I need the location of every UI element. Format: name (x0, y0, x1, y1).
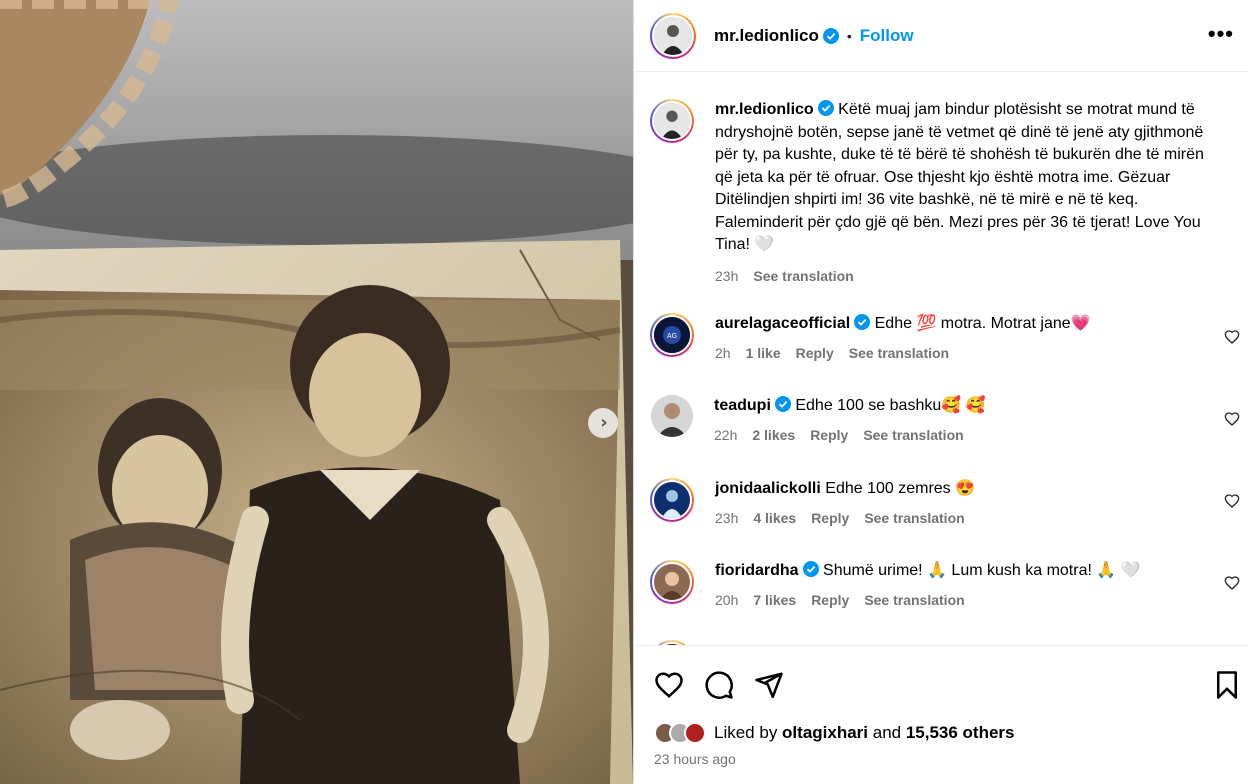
post-header: mr.ledionlico • Follow ••• (634, 0, 1248, 72)
comment-text: Edhe 💯 motra. Motrat jane💗 (874, 315, 1091, 332)
verified-icon (854, 314, 871, 330)
author-avatar[interactable] (650, 12, 696, 59)
comment-likes[interactable]: 2 likes (752, 424, 795, 447)
commenter-username[interactable]: fioridardha (715, 562, 799, 579)
comment-row: AG aurelagaceofficial Edhe 💯 motra. Motr… (650, 313, 1240, 364)
post-panel: mr.ledionlico • Follow ••• mr.ledionlico… (633, 0, 1248, 784)
caption-body: mr.ledionlico Këtë muaj jam bindur plotë… (715, 99, 1205, 287)
share-icon[interactable] (754, 670, 784, 700)
author-username[interactable]: mr.ledionlico (714, 26, 819, 46)
follow-button[interactable]: Follow (860, 26, 914, 46)
liked-by-text[interactable]: Liked by oltagixhari and 15,536 others (714, 723, 1015, 743)
commenter-username[interactable]: teadupi (714, 397, 771, 414)
comments-section: mr.ledionlico Këtë muaj jam bindur plotë… (634, 73, 1248, 645)
commenter-avatar[interactable] (650, 478, 694, 522)
separator-dot: • (846, 27, 852, 44)
post-photo (0, 0, 633, 784)
avatar-image (654, 103, 690, 139)
comment-heart-icon[interactable] (1224, 493, 1240, 509)
caption-row: mr.ledionlico Këtë muaj jam bindur plotë… (650, 99, 1240, 287)
see-translation-link[interactable]: See translation (864, 589, 964, 612)
commenter-avatar[interactable] (650, 560, 694, 604)
verified-icon (817, 100, 834, 116)
see-translation-link[interactable]: See translation (753, 265, 853, 288)
next-photo-button[interactable]: › (588, 408, 618, 438)
comment-time: 20h (715, 591, 739, 608)
comment-time: 23h (715, 509, 739, 526)
comment-row: teadupi Edhe 100 se bashku🥰 🥰 22h 2 like… (650, 395, 1240, 446)
avatar-image: AG (654, 317, 690, 353)
caption-username[interactable]: mr.ledionlico (715, 101, 814, 118)
reply-button[interactable]: Reply (796, 342, 834, 365)
more-icon[interactable]: ••• (1208, 23, 1234, 45)
comment-text: Shumë urime! 🙏 Lum kush ka motra! 🙏 🤍 (823, 562, 1141, 579)
commenter-username[interactable]: jonidaalickolli (715, 480, 821, 497)
avatar-image (654, 482, 690, 518)
comment-icon[interactable] (704, 670, 734, 700)
avatar-image (654, 564, 690, 600)
reply-button[interactable]: Reply (810, 424, 848, 447)
commenter-username[interactable]: aurelagaceofficial (715, 315, 850, 332)
comment-heart-icon[interactable] (1224, 575, 1240, 591)
see-translation-link[interactable]: See translation (849, 342, 949, 365)
likes-summary: Liked by oltagixhari and 15,536 others (654, 722, 1015, 744)
heart-icon[interactable] (654, 670, 684, 700)
reply-button[interactable]: Reply (811, 507, 849, 530)
verified-icon (802, 561, 819, 577)
post-time: 23 hours ago (654, 751, 736, 767)
comment-time: 22h (714, 426, 738, 443)
liker-avatar (684, 722, 706, 744)
caption-text: Këtë muaj jam bindur plotësisht se motra… (715, 101, 1204, 253)
comment-time: 2h (715, 344, 731, 361)
bookmark-icon[interactable] (1212, 670, 1242, 700)
post-actions: Liked by oltagixhari and 15,536 others 2… (634, 645, 1248, 784)
caption-avatar[interactable] (650, 99, 694, 143)
svg-text:AG: AG (667, 333, 677, 340)
comment-row: fioridardha Shumë urime! 🙏 Lum kush ka m… (650, 560, 1240, 611)
avatar-image (654, 16, 692, 55)
verified-icon (822, 27, 839, 44)
comment-likes[interactable]: 1 like (746, 342, 781, 365)
caption-time: 23h (715, 267, 739, 284)
avatar-image (651, 395, 693, 437)
see-translation-link[interactable]: See translation (863, 424, 963, 447)
commenter-avatar[interactable]: AG (650, 313, 694, 357)
comment-text: Edhe 100 se bashku🥰 🥰 (795, 397, 986, 414)
comment-heart-icon[interactable] (1224, 329, 1240, 345)
comment-likes[interactable]: 4 likes (753, 507, 796, 530)
comment-likes[interactable]: 7 likes (753, 589, 796, 612)
post-media[interactable]: › (0, 0, 633, 784)
reply-button[interactable]: Reply (811, 589, 849, 612)
comment-row: jonidaalickolli Edhe 100 zemres 😍 23h 4 … (650, 478, 1240, 529)
comment-heart-icon[interactable] (1224, 411, 1240, 427)
verified-icon (774, 396, 791, 412)
comment-text: Edhe 100 zemres 😍 (825, 480, 976, 497)
commenter-avatar[interactable] (651, 395, 693, 437)
see-translation-link[interactable]: See translation (864, 507, 964, 530)
chevron-right-icon: › (600, 412, 608, 433)
